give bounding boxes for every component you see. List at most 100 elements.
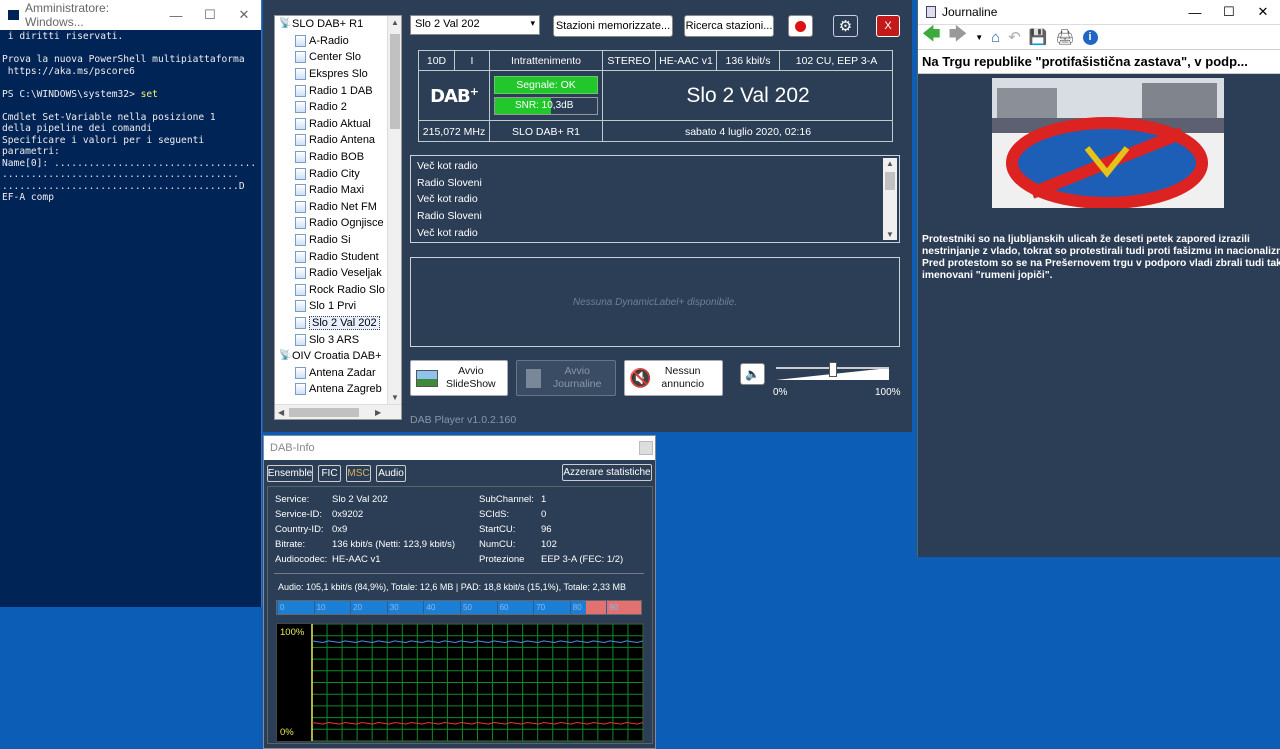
radiotext-line: Radio Sloveni (417, 176, 482, 189)
forward-arrow-icon[interactable]: 🡆 (949, 22, 968, 52)
scroll-up-icon[interactable]: ▲ (391, 18, 399, 27)
close-button[interactable]: X (876, 15, 900, 37)
tab-ensemble[interactable]: Ensemble (267, 465, 313, 482)
scroll-left-icon[interactable]: ◀ (278, 408, 284, 417)
save-icon[interactable]: 💾 (1029, 28, 1048, 46)
tree-station-item[interactable]: Radio Maxi (275, 182, 388, 199)
info-value: Slo 2 Val 202 (332, 494, 388, 505)
home-icon[interactable]: ⌂ (991, 29, 1000, 46)
tree-station-item[interactable]: Radio Si (275, 232, 388, 249)
station-icon (295, 316, 306, 329)
tree-station-item[interactable]: Center Slo (275, 49, 388, 66)
undo-icon[interactable]: ↶ (1008, 28, 1021, 46)
info-icon[interactable]: i (1082, 29, 1098, 45)
back-arrow-icon[interactable]: 🡄 (922, 22, 941, 52)
volume-slider[interactable] (773, 360, 893, 382)
tree-station-item[interactable]: Radio Antena (275, 132, 388, 149)
station-icon (295, 283, 306, 296)
scroll-thumb-horizontal[interactable] (289, 408, 359, 417)
console-command: set (140, 88, 158, 100)
tree-station-item[interactable]: Rock Radio Slo (275, 282, 388, 299)
tree-item-label: A-Radio (309, 34, 349, 47)
journaline-label: Avvio Journaline (553, 365, 602, 390)
station-icon (295, 34, 306, 47)
tab-fic[interactable]: FIC (318, 465, 341, 482)
console-line: Name[0]: ...............................… (2, 157, 257, 169)
minimize-icon[interactable]: — (159, 0, 193, 30)
tree-station-item[interactable]: Antena Zagreb (275, 381, 388, 398)
close-icon[interactable]: ✕ (1246, 0, 1280, 24)
tree-station-item[interactable]: Radio Net FM (275, 199, 388, 216)
reset-stats-button[interactable]: Azzerare statistiche (562, 464, 652, 481)
powershell-titlebar[interactable]: Amministratore: Windows... — ☐ ✕ (0, 0, 261, 30)
scale-tick (350, 601, 352, 614)
journaline-titlebar[interactable]: Journaline — ☐ ✕ (918, 0, 1280, 24)
tree-ensemble-node[interactable]: 📡 SLO DAB+ R1 (275, 16, 388, 33)
journaline-title: Journaline (942, 5, 998, 19)
tree-station-item[interactable]: A-Radio (275, 33, 388, 50)
tree-station-item[interactable]: Radio Aktual (275, 116, 388, 133)
station-tree[interactable]: 📡 SLO DAB+ R1 A-Radio Center Slo Ekspres Slo… (274, 15, 402, 420)
tree-ensemble-node[interactable]: 📡 OIV Croatia DAB+ (275, 348, 388, 365)
scale-tick-label: 10 (316, 603, 326, 612)
slideshow-label: Avvio SlideShow (446, 365, 496, 390)
dropdown-icon[interactable]: ▼ (975, 33, 983, 42)
scale-tick-label: 60 (499, 603, 509, 612)
maximize-icon[interactable]: ☐ (1212, 0, 1246, 24)
tree-station-item[interactable]: Slo 1 Prvi (275, 298, 388, 315)
volume-thumb[interactable] (828, 362, 837, 377)
scroll-thumb[interactable] (390, 34, 400, 129)
scroll-down-icon[interactable]: ▼ (886, 230, 894, 239)
saved-stations-button[interactable]: Stazioni memorizzate... (553, 15, 673, 37)
genre-label: Intrattenimento (490, 51, 603, 71)
graph-top-label: 100% (280, 627, 305, 638)
scroll-up-icon[interactable]: ▲ (886, 159, 894, 168)
scroll-right-icon[interactable]: ▶ (375, 408, 381, 417)
minimize-icon[interactable]: — (1178, 0, 1212, 24)
announcement-button[interactable]: 🔇 Nessun annuncio (624, 360, 723, 396)
volume-button[interactable]: 🔈 (740, 363, 765, 385)
close-icon[interactable]: ✕ (227, 0, 261, 30)
tree-horizontal-scrollbar[interactable]: ◀ ▶ (275, 404, 401, 419)
tab-msc[interactable]: MSC (346, 465, 371, 482)
slideshow-button[interactable]: Avvio SlideShow (410, 360, 508, 396)
tree-station-item[interactable]: Ekspres Slo (275, 66, 388, 83)
tree-station-item[interactable]: Radio Veseljak (275, 265, 388, 282)
powershell-console-text[interactable]: i diritti riservati. Prova la nuova Powe… (0, 30, 261, 205)
tree-station-item[interactable]: Radio City (275, 165, 388, 182)
info-key: SCIdS: (479, 509, 510, 520)
journaline-button[interactable]: Avvio Journaline (516, 360, 616, 396)
radiotext-scrollbar[interactable]: ▲ ▼ (883, 158, 897, 240)
tree-item-label: Radio Maxi (309, 184, 365, 197)
tree-station-item[interactable]: Radio Student (275, 248, 388, 265)
record-button[interactable] (788, 15, 813, 37)
maximize-icon[interactable]: ☐ (193, 0, 227, 30)
dab-info-titlebar[interactable]: DAB-Info (264, 436, 655, 460)
tab-audio[interactable]: Audio (376, 465, 406, 482)
station-icon (295, 333, 306, 346)
tree-station-item[interactable]: Antena Zadar (275, 364, 388, 381)
search-stations-button[interactable]: Ricerca stazioni... (684, 15, 774, 37)
settings-button[interactable]: ⚙ (833, 15, 858, 37)
info-value: 0 (541, 509, 547, 520)
info-value: EEP 3-A (FEC: 1/2) (541, 554, 624, 565)
scale-tick (277, 601, 278, 614)
tree-vertical-scrollbar[interactable]: ▲ ▼ (387, 16, 401, 404)
tree-station-item[interactable]: Radio Ognjisce (275, 215, 388, 232)
station-icon (295, 167, 306, 180)
dab-player-window: 📡 SLO DAB+ R1 A-Radio Center Slo Ekspres Slo… (263, 0, 912, 432)
info-value: 0x9202 (332, 509, 364, 520)
tree-station-item[interactable]: Radio 2 (275, 99, 388, 116)
scroll-thumb[interactable] (885, 172, 895, 190)
datetime-label: sabato 4 luglio 2020, 02:16 (684, 125, 812, 138)
close-icon[interactable] (639, 441, 653, 455)
scroll-down-icon[interactable]: ▼ (391, 393, 399, 402)
tree-station-item[interactable]: Slo 3 ARS (275, 331, 388, 348)
print-icon[interactable]: 🖨 (1055, 28, 1074, 46)
tree-station-item[interactable]: Slo 2 Val 202 (275, 315, 388, 332)
station-icon (295, 366, 306, 379)
tree-station-item[interactable]: Radio BOB (275, 149, 388, 166)
tree-station-item[interactable]: Radio 1 DAB (275, 82, 388, 99)
station-select[interactable]: Slo 2 Val 202 ▾ (410, 15, 540, 35)
radiotext-history[interactable]: Več kot radio Radio Sloveni Več kot radio R… (410, 155, 900, 243)
